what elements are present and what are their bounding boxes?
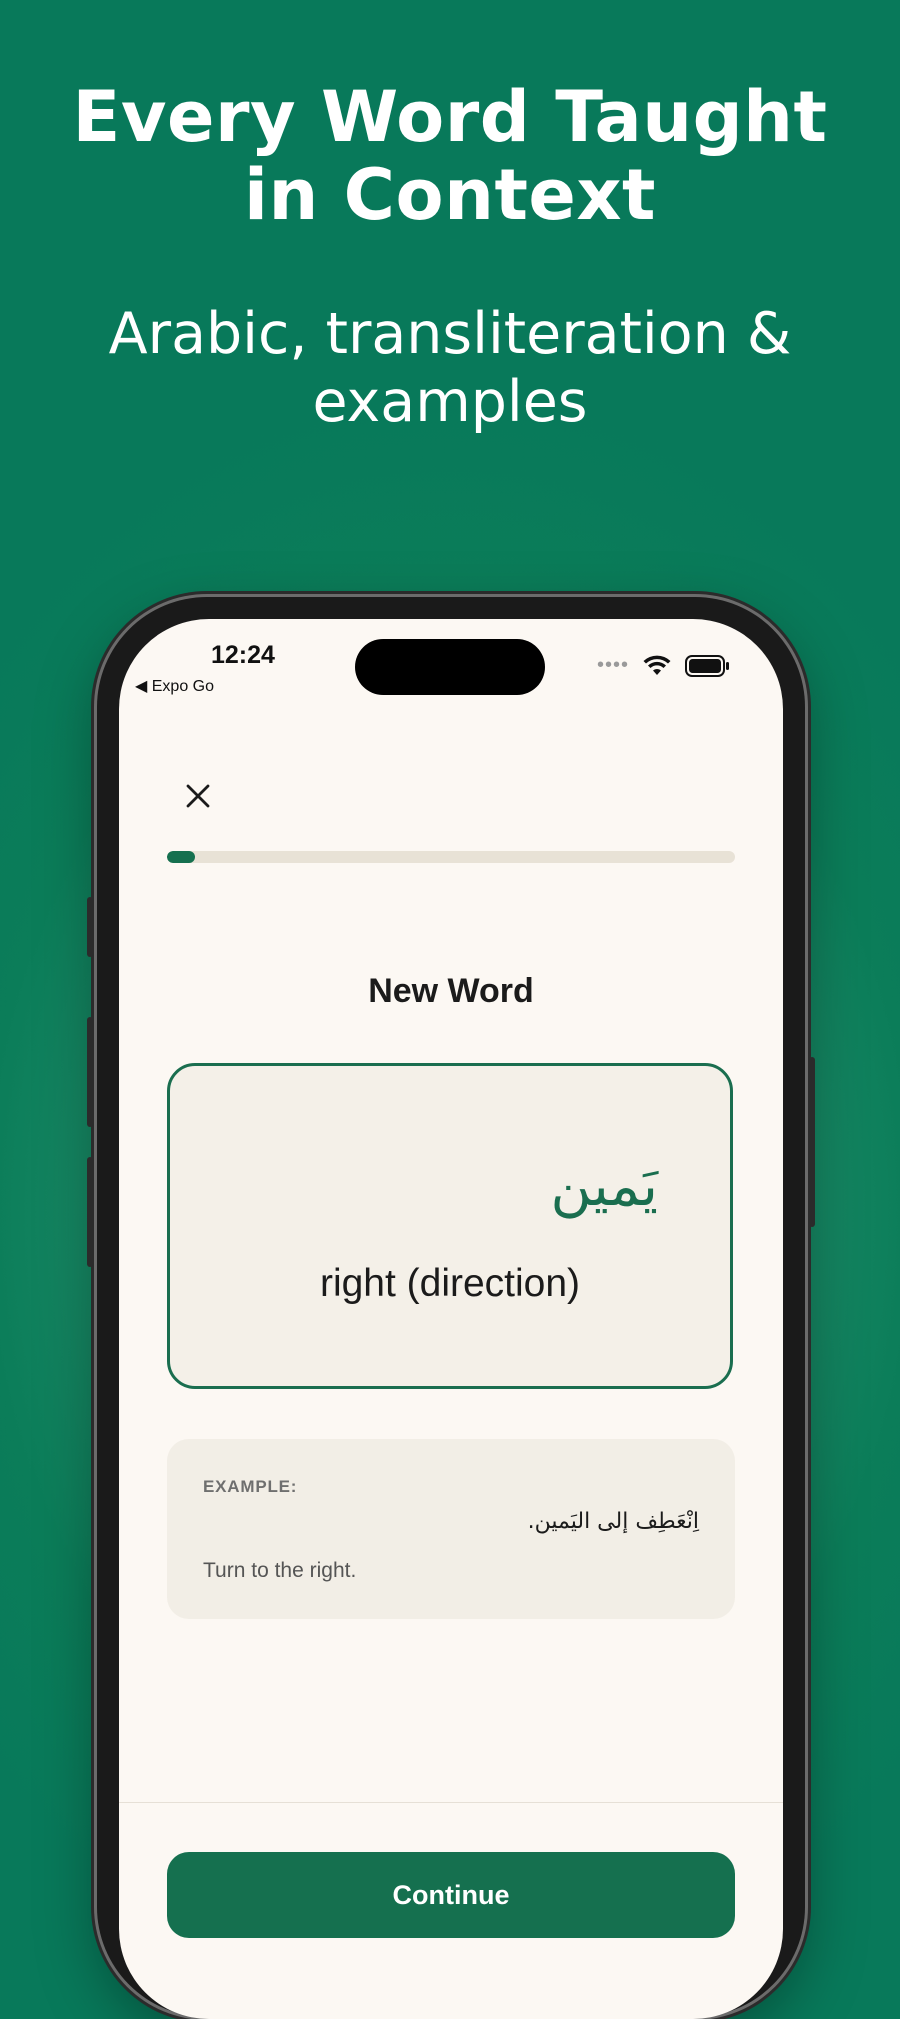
example-card: EXAMPLE: اِنْعَطِف إلى اليَمين. Turn to …	[167, 1439, 735, 1619]
promo-subline-line1: Arabic, transliteration &	[108, 301, 792, 367]
wifi-icon	[643, 655, 671, 675]
lesson-progress-fill	[167, 851, 196, 863]
battery-icon	[685, 654, 729, 677]
word-card: يَمين right (direction)	[167, 1063, 733, 1389]
signal-dots-icon: ••••	[596, 654, 629, 676]
phone-power-button	[809, 1057, 815, 1227]
lesson-progress-bar	[167, 851, 735, 863]
promo-headline-line1: Every Word Taught	[72, 76, 828, 158]
phone-volume-down	[87, 1157, 93, 1267]
continue-button[interactable]: Continue	[167, 1852, 735, 1938]
app-screen: 12:24 ◀ Expo Go •••• New Word يَمين righ…	[119, 619, 783, 2019]
phone-mute-switch	[87, 897, 93, 957]
example-label: EXAMPLE:	[203, 1477, 298, 1496]
footer-divider	[119, 1802, 783, 1803]
promo-subline-line2: examples	[312, 369, 588, 435]
example-english-sentence: Turn to the right.	[203, 1559, 357, 1582]
arabic-word: يَمين	[550, 1154, 659, 1219]
english-translation: right (direction)	[319, 1262, 581, 1305]
status-icons: ••••	[597, 654, 731, 677]
status-time: 12:24	[211, 641, 275, 669]
phone-frame: 12:24 ◀ Expo Go •••• New Word يَمين righ…	[87, 597, 815, 2019]
dynamic-island	[355, 639, 545, 695]
promo-subline: Arabic, transliteration & examples	[0, 300, 900, 436]
close-button[interactable]	[181, 779, 215, 813]
example-arabic-sentence: اِنْعَطِف إلى اليَمين.	[527, 1509, 699, 1534]
phone-volume-up	[87, 1017, 93, 1127]
promo-headline: Every Word Taught in Context	[0, 78, 900, 234]
page-title: New Word	[368, 972, 534, 1010]
close-icon	[186, 784, 210, 808]
promo-headline-line2: in Context	[243, 154, 657, 236]
back-to-expo-go-link[interactable]: ◀ Expo Go	[135, 676, 214, 696]
